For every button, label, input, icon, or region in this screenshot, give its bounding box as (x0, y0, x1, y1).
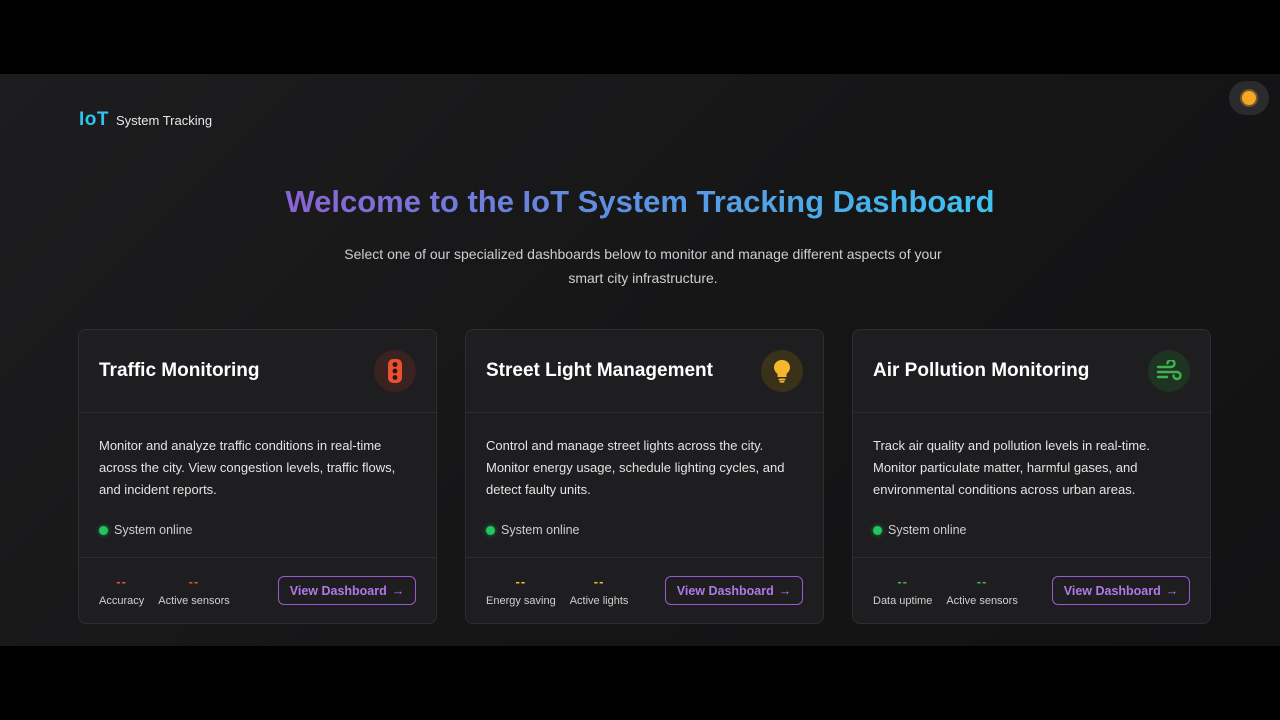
status-indicator: System online (79, 523, 436, 537)
status-dot (873, 525, 882, 535)
view-dashboard-button-traffic[interactable]: View Dashboard → (278, 576, 416, 605)
card-title: Street Light Management (486, 360, 713, 381)
stat-active-sensors: -- Active sensors (946, 574, 1018, 607)
status-text: System online (501, 523, 580, 537)
card-description: Control and manage street lights across … (486, 438, 785, 497)
stat-label: Energy saving (486, 595, 556, 607)
card-description: Track air quality and pollution levels i… (873, 438, 1150, 497)
stat-active-lights: -- Active lights (570, 574, 629, 607)
logo[interactable]: IoT System Tracking (79, 109, 212, 131)
stat-accuracy: -- Accuracy (99, 574, 144, 607)
stat-energy-saving: -- Energy saving (486, 574, 556, 607)
stat-value: -- (897, 574, 908, 589)
logo-text: System Tracking (116, 113, 213, 128)
status-dot (99, 525, 108, 535)
card-traffic-monitoring: Traffic Monitoring Monitor and analyze t… (78, 329, 437, 624)
stat-label: Active lights (569, 595, 629, 607)
card-header: Street Light Management (466, 330, 823, 413)
card-footer: -- Accuracy -- Active sensors View Dashb… (79, 557, 436, 623)
arrow-right-icon: → (1165, 583, 1179, 598)
status-text: System online (114, 523, 193, 537)
stat-value: -- (116, 574, 127, 589)
app-frame: IoT System Tracking Welcome to the IoT S… (0, 74, 1280, 646)
button-label: View Dashboard (676, 583, 774, 598)
status-text: System online (888, 523, 967, 537)
view-dashboard-button-streetlight[interactable]: View Dashboard → (665, 576, 803, 605)
sun-icon (1242, 91, 1256, 105)
card-stats: -- Data uptime -- Active sensors (873, 574, 1018, 607)
card-street-light-management: Street Light Management Control and mana… (465, 329, 824, 624)
card-description: Monitor and analyze traffic conditions i… (99, 438, 396, 497)
stat-value: -- (976, 574, 988, 589)
arrow-right-icon: → (391, 583, 405, 598)
stat-label: Active sensors (946, 595, 1018, 607)
card-footer: -- Data uptime -- Active sensors View Da… (853, 557, 1210, 623)
card-title: Air Pollution Monitoring (873, 360, 1090, 381)
status-indicator: System online (853, 523, 1210, 537)
button-label: View Dashboard (289, 583, 387, 598)
stat-data-uptime: -- Data uptime (873, 574, 932, 607)
view-dashboard-button-air[interactable]: View Dashboard → (1052, 576, 1190, 605)
card-header: Traffic Monitoring (79, 330, 436, 413)
traffic-light-icon (374, 350, 416, 392)
wind-icon (1148, 350, 1190, 392)
lightbulb-icon (761, 350, 803, 392)
status-indicator: System online (466, 523, 823, 537)
card-stats: -- Accuracy -- Active sensors (99, 574, 230, 607)
stat-value: -- (188, 574, 200, 589)
theme-toggle-button[interactable] (1229, 81, 1269, 115)
logo-mark: IoT (79, 109, 109, 130)
card-stats: -- Energy saving -- Active lights (486, 574, 628, 607)
status-dot (486, 525, 495, 535)
stat-value: -- (515, 574, 527, 589)
button-label: View Dashboard (1063, 583, 1161, 598)
stat-label: Active sensors (158, 595, 230, 607)
dashboard-cards: Traffic Monitoring Monitor and analyze t… (78, 329, 1211, 624)
page-title: Welcome to the IoT System Tracking Dashb… (285, 184, 995, 219)
stat-active-sensors: -- Active sensors (158, 574, 230, 607)
card-footer: -- Energy saving -- Active lights View D… (466, 557, 823, 623)
stat-value: -- (593, 574, 605, 589)
arrow-right-icon: → (778, 583, 792, 598)
card-title: Traffic Monitoring (99, 360, 260, 381)
card-header: Air Pollution Monitoring (853, 330, 1210, 413)
card-air-pollution-monitoring: Air Pollution Monitoring Track air quali… (852, 329, 1211, 624)
page-subtitle: Select one of our specialized dashboards… (344, 246, 942, 286)
stat-label: Accuracy (99, 595, 145, 607)
stat-label: Data uptime (873, 595, 933, 607)
